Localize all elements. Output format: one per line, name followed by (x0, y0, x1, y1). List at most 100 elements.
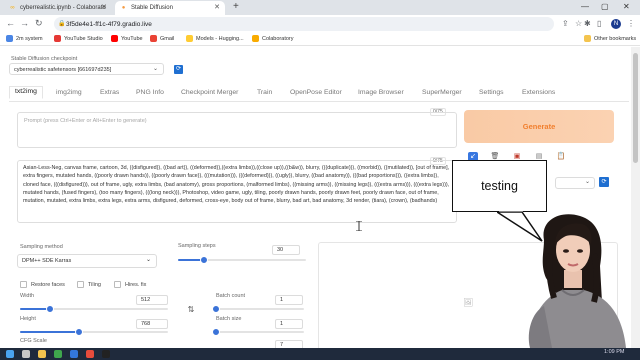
styles-select[interactable]: ⌄ (555, 177, 595, 189)
youtube-icon (111, 35, 118, 42)
slider-thumb[interactable] (212, 305, 220, 313)
width-slider[interactable] (20, 305, 168, 313)
woman-character-image (528, 214, 626, 348)
batch-count-label: Batch count (216, 293, 246, 299)
other-bookmarks[interactable]: Other bookmarks (584, 35, 636, 42)
page-scrollbar[interactable] (631, 47, 640, 348)
hires-fix-checkbox[interactable]: Hires. fix (114, 281, 146, 288)
cfg-scale-input[interactable]: 7 (275, 340, 303, 348)
width-input[interactable]: 512 (136, 295, 168, 305)
batch-size-slider[interactable] (212, 328, 304, 336)
bookmark-item[interactable]: Colaboratory (252, 35, 294, 42)
tab-title: Stable Diffusion (131, 5, 173, 11)
tab-extras[interactable]: Extras (100, 89, 119, 96)
tab-img2img[interactable]: img2img (56, 89, 82, 96)
address-bar[interactable]: 🔒 3f5de4e1-ff1c-4f79.gradio.live (54, 17, 554, 31)
bookmark-icon (6, 35, 13, 42)
sampling-steps-input[interactable]: 30 (272, 245, 300, 255)
close-tab-icon[interactable]: ✕ (101, 3, 107, 11)
gmail-icon (150, 35, 157, 42)
tab-train[interactable]: Train (257, 89, 272, 96)
forward-icon[interactable]: → (20, 18, 29, 28)
bookmark-item[interactable]: Gmail (150, 35, 174, 42)
slider-thumb[interactable] (212, 328, 220, 336)
browser-tab-colab[interactable]: ∞ cyberrealistic.ipynb - Colaborato ✕ (4, 1, 112, 15)
tab-checkpoint-merger[interactable]: Checkpoint Merger (181, 89, 238, 96)
bookmark-item[interactable]: 2m system (6, 35, 43, 42)
browser-toolbar: ← → ↻ 🔒 3f5de4e1-ff1c-4f79.gradio.live ⇪… (0, 15, 640, 33)
clock: 1:09 PM (604, 349, 625, 355)
chevron-down-icon: ⌄ (152, 66, 158, 72)
tab-openpose-editor[interactable]: OpenPose Editor (290, 89, 342, 96)
app-icon[interactable] (54, 350, 62, 358)
tiling-checkbox[interactable]: Tiling (77, 281, 101, 288)
file-explorer-icon[interactable] (38, 350, 46, 358)
bookmark-star-icon[interactable]: ☆ (575, 19, 582, 28)
scroll-thumb[interactable] (633, 53, 638, 163)
side-panel-icon[interactable]: ▯ (597, 19, 601, 28)
slider-thumb[interactable] (75, 328, 84, 336)
colab-icon: ∞ (10, 4, 15, 11)
app-icon[interactable] (102, 350, 110, 358)
sampling-method-value: DPM++ SDE Karras (22, 258, 72, 264)
bookmark-item[interactable]: YouTube (111, 35, 143, 42)
colab-icon (252, 35, 259, 42)
share-icon[interactable]: ⇪ (562, 19, 569, 28)
reload-icon[interactable]: ↻ (35, 18, 43, 29)
prompt-input[interactable]: Prompt (press Ctrl+Enter or Alt+Enter to… (17, 112, 457, 148)
menu-icon[interactable]: ⋮ (627, 19, 635, 28)
slider-fill (20, 331, 80, 333)
tab-supermerger[interactable]: SuperMerger (422, 89, 462, 96)
sd-icon: ● (121, 4, 126, 11)
bookmark-item[interactable]: Models - Hugging... (186, 35, 244, 42)
checkpoint-label: Stable Diffusion checkpoint (11, 56, 78, 62)
extensions-icon[interactable]: ✱ (584, 19, 591, 28)
start-icon[interactable] (6, 350, 14, 358)
hugging-face-icon (186, 35, 193, 42)
slider-thumb[interactable] (199, 256, 208, 264)
slider-thumb[interactable] (45, 305, 54, 313)
swap-dimensions-icon[interactable]: ⇅ (184, 303, 198, 317)
minimize-icon[interactable]: — (581, 2, 589, 11)
refresh-styles-button[interactable]: ⟳ (599, 177, 609, 187)
checkbox-box (77, 281, 84, 288)
profile-avatar[interactable]: N (611, 19, 621, 29)
batch-size-input[interactable]: 1 (275, 319, 303, 329)
browser-tab-stable-diffusion[interactable]: ● Stable Diffusion ✕ (115, 1, 225, 15)
url-text: 3f5de4e1-ff1c-4f79.gradio.live (66, 20, 152, 28)
sampling-steps-slider[interactable] (178, 256, 306, 264)
bookmark-item[interactable]: YouTube Studio (54, 35, 103, 42)
browser-tab-strip: ∞ cyberrealistic.ipynb - Colaborato ✕ ● … (0, 0, 640, 15)
restore-faces-checkbox[interactable]: Restore faces (20, 281, 65, 288)
text-cursor-icon (356, 221, 362, 231)
refresh-checkpoint-button[interactable]: ⟳ (174, 65, 183, 74)
close-window-icon[interactable]: ✕ (623, 2, 630, 11)
sampling-steps-label: Sampling steps (178, 243, 216, 249)
sampling-method-select[interactable]: DPM++ SDE Karras ⌄ (17, 254, 157, 268)
bookmarks-bar: 2m system YouTube Studio YouTube Gmail M… (0, 33, 640, 46)
batch-count-input[interactable]: 1 (275, 295, 303, 305)
batch-count-slider[interactable] (212, 305, 304, 313)
search-icon[interactable] (22, 350, 30, 358)
app-icon[interactable] (70, 350, 78, 358)
close-tab-icon[interactable]: ✕ (214, 3, 220, 11)
chrome-icon[interactable] (86, 350, 94, 358)
tab-png-info[interactable]: PNG Info (136, 89, 164, 96)
maximize-icon[interactable]: ▢ (601, 2, 609, 11)
tab-txt2img[interactable]: txt2img (9, 86, 43, 99)
tab-extensions[interactable]: Extensions (522, 89, 555, 96)
new-tab-button[interactable]: + (233, 1, 239, 12)
height-input[interactable]: 768 (136, 319, 168, 329)
tab-title: cyberrealistic.ipynb - Colaborato (20, 5, 106, 11)
tab-settings[interactable]: Settings (479, 89, 504, 96)
tab-image-browser[interactable]: Image Browser (358, 89, 404, 96)
height-slider[interactable] (20, 328, 168, 336)
negative-prompt-input[interactable]: Asian-Less-Neg, canvas frame, cartoon, 3… (17, 160, 457, 223)
speech-bubble-text: testing (481, 179, 518, 193)
height-label: Height (20, 316, 36, 322)
back-icon[interactable]: ← (6, 18, 15, 28)
clipboard-icon[interactable]: 📋 (556, 152, 566, 162)
checkpoint-select[interactable]: cyberrealistic safetensors [661697d235] … (9, 63, 164, 75)
width-label: Width (20, 293, 35, 299)
generate-button[interactable]: Generate (464, 110, 614, 143)
